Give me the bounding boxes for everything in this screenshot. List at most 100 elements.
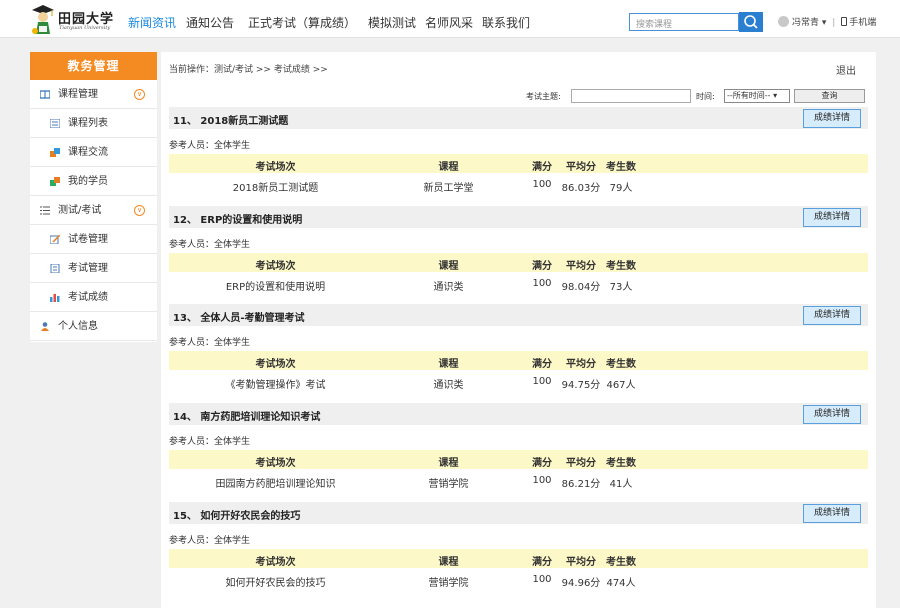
col-header-full: 满分	[532, 162, 552, 173]
sidebar-item-label: 试卷管理	[68, 234, 108, 245]
edit-icon	[50, 235, 60, 244]
topic-label: 考试主题:	[526, 92, 561, 101]
col-header-name: 考试场次	[255, 162, 296, 173]
col-header-avg: 平均分	[566, 260, 596, 272]
record-title: 14、 南方药肥培训理论知识考试	[173, 408, 320, 423]
divider: |	[832, 18, 836, 28]
nav-item-1[interactable]: 通知公告	[186, 14, 234, 31]
record-title: 13、 全体人员-考勤管理考试	[173, 309, 305, 324]
chevron-down-icon: ▾	[821, 18, 827, 28]
participants: 参考人员：全体学生	[169, 138, 250, 151]
col-header-name: 考试场次	[255, 260, 296, 272]
col-header-avg: 平均分	[566, 556, 596, 568]
nav-item-5[interactable]: 联系我们	[482, 14, 530, 31]
col-header-course: 课程	[438, 162, 459, 173]
table-row: ERP的设置和使用说明 通识类 100 98.04分 73人	[169, 274, 868, 293]
cell-course: 通识类	[433, 281, 464, 293]
logo[interactable]: 田园大学 Tianyuan University	[30, 4, 116, 36]
record-header: 14、 南方药肥培训理论知识考试 成绩详情	[169, 403, 868, 426]
cell-avg: 86.21分	[561, 479, 601, 491]
cell-full: 100	[532, 179, 552, 190]
col-header-name: 考试场次	[255, 458, 296, 470]
sidebar-item-label: 课程交流	[68, 147, 108, 158]
nav-item-3[interactable]: 模拟测试	[368, 14, 416, 31]
col-header-course: 课程	[438, 260, 459, 272]
sidebar-item-7[interactable]: 考试成绩	[30, 283, 157, 312]
col-header-course: 课程	[438, 359, 459, 371]
col-header-avg: 平均分	[566, 359, 596, 371]
participants-label: 参考人员：	[169, 437, 215, 448]
record-title: 11、 2018新员工测试题	[173, 112, 288, 127]
score-detail-button[interactable]: 成绩详情	[803, 405, 861, 425]
search-input[interactable]: 搜索课程	[629, 13, 739, 31]
time-label: 时间:	[696, 92, 715, 101]
cell-avg: 94.75分	[561, 380, 601, 392]
nav-item-0[interactable]: 新闻资讯	[128, 14, 176, 31]
record-header: 15、 如何开好农民会的技巧 成绩详情	[169, 501, 868, 524]
logo-subtitle: Tianyuan University	[59, 25, 111, 31]
table-header: 考试场次 课程 满分 平均分 考生数	[169, 548, 868, 568]
record-title-text: 2018新员工测试题	[200, 116, 289, 127]
sidebar-item-3[interactable]: 我的学员	[30, 167, 157, 196]
chevron-down-icon[interactable]: ∨	[134, 205, 145, 216]
col-header-full: 满分	[532, 458, 552, 470]
sidebar-item-0[interactable]: 课程管理 ∨	[30, 80, 157, 109]
col-header-count: 考生数	[606, 359, 636, 371]
user-name: 冯常青	[792, 18, 820, 28]
sidebar-item-5[interactable]: 试卷管理	[30, 225, 157, 254]
table-header: 考试场次 课程 满分 平均分 考生数	[169, 351, 868, 371]
col-header-full: 满分	[532, 556, 552, 568]
mobile-link[interactable]: 手机端	[849, 18, 876, 28]
time-select[interactable]: --所有时间-- ▾	[724, 89, 790, 103]
record-header: 12、 ERP的设置和使用说明 成绩详情	[169, 205, 868, 228]
nav-item-2[interactable]: 正式考试（算成绩）	[248, 14, 356, 31]
participants-value: 全体学生	[214, 437, 251, 448]
record-index: 13、	[173, 313, 197, 325]
exam-record: 14、 南方药肥培训理论知识考试 成绩详情参考人员：全体学生考试场次 课程 满分 平均分…	[161, 403, 876, 501]
table-row: 田园南方药肥培训理论知识 营销学院 100 86.21分 41人	[169, 471, 868, 490]
sidebar-item-2[interactable]: 课程交流	[30, 138, 157, 167]
score-detail-button[interactable]: 成绩详情	[803, 306, 861, 326]
sidebar-item-1[interactable]: 课程列表	[30, 109, 157, 138]
sidebar-item-4[interactable]: 测试/考试 ∨	[30, 196, 157, 225]
mascot-logo-icon	[32, 5, 54, 34]
col-header-count: 考生数	[606, 556, 636, 568]
score-detail-button[interactable]: 成绩详情	[803, 503, 861, 523]
table-header: 考试场次 课程 满分 平均分 考生数	[169, 252, 868, 272]
col-header-name: 考试场次	[255, 359, 296, 371]
col-header-count: 考生数	[606, 162, 636, 173]
sidebar-item-label: 课程管理	[58, 89, 98, 100]
chevron-down-icon[interactable]: ∨	[134, 89, 145, 100]
cell-name: 2018新员工测试题	[232, 183, 319, 194]
table-header: 考试场次 课程 满分 平均分 考生数	[169, 154, 868, 173]
query-button[interactable]: 查询	[794, 89, 865, 103]
breadcrumb: 当前操作：测试/考试 >> 考试成绩 >>	[169, 65, 328, 75]
score-detail-button[interactable]: 成绩详情	[803, 109, 861, 128]
filter-bar: 考试主题: 时间: --所有时间-- ▾ 查询	[161, 89, 876, 105]
sidebar-item-8[interactable]: 个人信息	[30, 312, 157, 341]
participants-label: 参考人员：	[169, 535, 215, 546]
table-header: 考试场次 课程 满分 平均分 考生数	[169, 450, 868, 470]
cell-full: 100	[532, 376, 552, 388]
participants: 参考人员：全体学生	[169, 335, 250, 348]
record-title-text: 全体人员-考勤管理考试	[200, 313, 305, 325]
nav-item-4[interactable]: 名师风采	[425, 14, 473, 31]
search-button[interactable]	[739, 12, 763, 32]
cell-avg: 94.96分	[561, 577, 601, 589]
sidebar-item-label: 个人信息	[58, 321, 98, 332]
cell-full: 100	[532, 475, 552, 487]
user-menu[interactable]: 冯常青 ▾ | 手机端	[778, 15, 876, 28]
topic-input[interactable]	[571, 89, 691, 103]
cell-name: ERP的设置和使用说明	[225, 281, 326, 293]
record-title: 12、 ERP的设置和使用说明	[173, 211, 302, 226]
col-header-course: 课程	[438, 556, 459, 568]
record-header: 11、 2018新员工测试题 成绩详情	[169, 107, 868, 129]
score-detail-button[interactable]: 成绩详情	[803, 207, 861, 227]
participants-label: 参考人员：	[169, 239, 215, 250]
exam-record: 13、 全体人员-考勤管理考试 成绩详情 参考人员：全体学生 考试场次 课程 满分 平均分考…	[161, 304, 876, 402]
logout-link[interactable]: 退出	[836, 62, 856, 77]
users-icon	[50, 177, 60, 186]
sidebar-item-6[interactable]: 考试管理	[30, 254, 157, 283]
sidebar-item-label: 测试/考试	[58, 205, 102, 216]
search-icon	[744, 15, 758, 29]
